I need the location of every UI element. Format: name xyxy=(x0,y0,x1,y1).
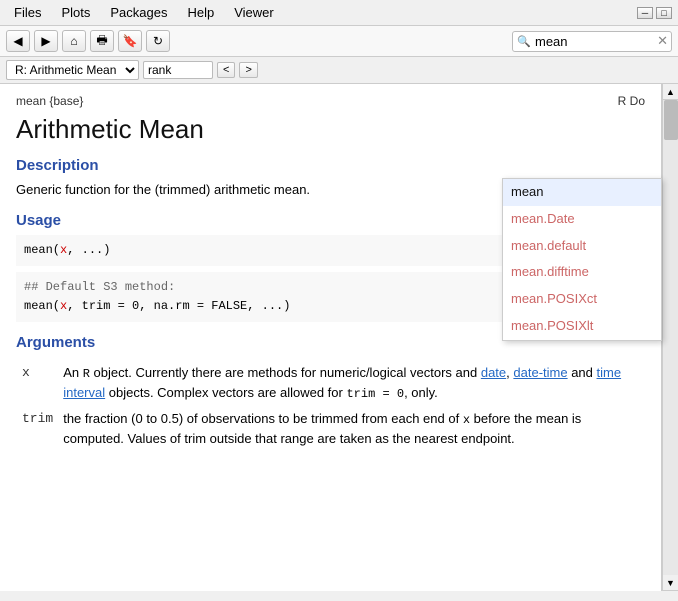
page-title-display: Arithmetic Mean xyxy=(16,114,645,145)
maximize-button[interactable]: □ xyxy=(656,7,672,19)
autocomplete-item-mean-difftime[interactable]: mean.difftime xyxy=(503,259,661,286)
autocomplete-item-mean-posixlt[interactable]: mean.POSIXlt xyxy=(503,313,661,340)
window-controls: ─ □ xyxy=(637,7,672,19)
arg-desc-x: An R object. Currently there are methods… xyxy=(59,361,643,405)
scroll-down-button[interactable]: ▼ xyxy=(663,575,678,591)
arg-row-x: x An R object. Currently there are metho… xyxy=(18,361,643,405)
arguments-table: x An R object. Currently there are metho… xyxy=(16,359,645,453)
doc-header: mean {base} R Do xyxy=(16,94,645,108)
code-line-2: mean(x, trim = 0, na.rm = FALSE, ...) xyxy=(24,299,290,313)
autocomplete-item-mean-posixct[interactable]: mean.POSIXct xyxy=(503,286,661,313)
code-line-1: mean(x, ...) xyxy=(24,243,110,257)
arg-name-trim: trim xyxy=(18,407,57,451)
prev-arrow-button[interactable]: < xyxy=(217,62,235,78)
minimize-button[interactable]: ─ xyxy=(637,7,653,19)
autocomplete-item-mean[interactable]: mean xyxy=(503,179,661,206)
link-datetime[interactable]: date-time xyxy=(513,365,567,380)
page-select[interactable]: R: Arithmetic Mean xyxy=(6,60,139,80)
description-heading: Description xyxy=(16,157,645,174)
link-date[interactable]: date xyxy=(481,365,506,380)
search-icon: 🔍 xyxy=(517,35,531,48)
menu-help[interactable]: Help xyxy=(179,3,222,22)
doc-header-left: mean {base} xyxy=(16,94,83,108)
scroll-up-button[interactable]: ▲ xyxy=(663,84,678,100)
arg-name-x: x xyxy=(18,361,57,405)
scroll-track[interactable] xyxy=(663,100,678,575)
menu-viewer[interactable]: Viewer xyxy=(226,3,282,22)
toolbar: ◀ ▶ ⌂ 🖶 🔖 ↻ 🔍 ✕ xyxy=(0,26,678,57)
search-input[interactable] xyxy=(512,31,672,52)
arg-row-trim: trim the fraction (0 to 0.5) of observat… xyxy=(18,407,643,451)
menu-files[interactable]: Files xyxy=(6,3,49,22)
search-clear-button[interactable]: ✕ xyxy=(657,33,668,49)
autocomplete-item-mean-date[interactable]: mean.Date xyxy=(503,206,661,233)
home-button[interactable]: ⌂ xyxy=(62,30,86,52)
menu-bar: Files Plots Packages Help Viewer ─ □ xyxy=(0,0,678,26)
code-comment: ## Default S3 method: xyxy=(24,280,175,294)
address-bar: R: Arithmetic Mean < > xyxy=(0,57,678,84)
bookmark-button[interactable]: 🔖 xyxy=(118,30,142,52)
back-button[interactable]: ◀ xyxy=(6,30,30,52)
doc-header-right: R Do xyxy=(618,94,645,108)
refresh-button[interactable]: ↻ xyxy=(146,30,170,52)
arg-desc-trim: the fraction (0 to 0.5) of observations … xyxy=(59,407,643,451)
autocomplete-dropdown: mean mean.Date mean.default mean.difftim… xyxy=(502,178,662,341)
scroll-thumb[interactable] xyxy=(664,100,678,140)
search-area: 🔍 ✕ xyxy=(512,31,672,52)
menu-packages[interactable]: Packages xyxy=(102,3,175,22)
print-button[interactable]: 🖶 xyxy=(90,30,114,52)
next-arrow-button[interactable]: > xyxy=(239,62,257,78)
autocomplete-item-mean-default[interactable]: mean.default xyxy=(503,233,661,260)
scrollbar: ▲ ▼ xyxy=(662,84,678,591)
main-area: mean {base} R Do Arithmetic Mean Descrip… xyxy=(0,84,678,591)
rank-input[interactable] xyxy=(143,61,213,79)
menu-plots[interactable]: Plots xyxy=(53,3,98,22)
forward-button[interactable]: ▶ xyxy=(34,30,58,52)
